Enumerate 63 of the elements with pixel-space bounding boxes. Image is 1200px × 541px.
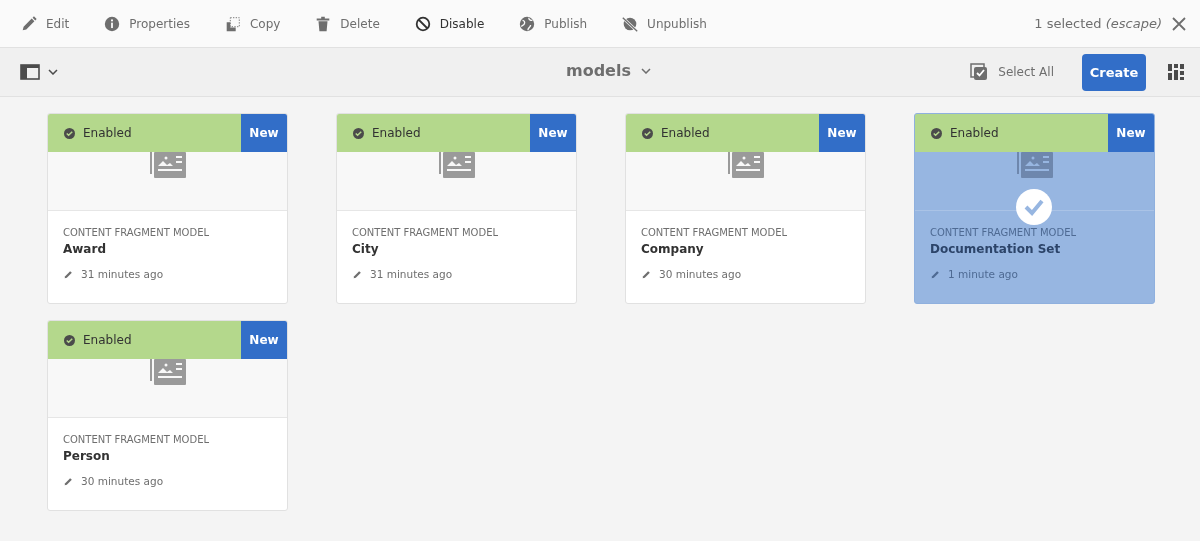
properties-button[interactable]: Properties [97,3,196,44]
globe-slash-icon [621,14,640,33]
edit-button[interactable]: Edit [14,3,76,44]
check-circle-icon [64,127,75,139]
status-label: Enabled [950,126,999,140]
chevron-down-icon [48,69,58,75]
model-card[interactable]: Enabled New CONTENT FRAGMENT MODEL Person 30 minutes ago [47,320,288,511]
card-view-icon[interactable] [1168,64,1184,80]
publish-button[interactable]: Publish [512,3,594,44]
sidebar-icon [20,64,40,80]
pencil-icon [20,14,38,33]
unpublish-button[interactable]: Unpublish [615,3,713,44]
select-all-button[interactable]: Select All [964,62,1060,82]
card-type: CONTENT FRAGMENT MODEL [63,434,211,445]
chevron-down-icon [641,67,651,74]
card-title: Company [641,242,705,256]
card-type: CONTENT FRAGMENT MODEL [930,227,1078,238]
delete-button[interactable]: Delete [308,3,386,44]
modified-time: 31 minutes ago [370,268,453,280]
modified-time: 30 minutes ago [81,475,164,487]
new-badge: New [1108,114,1154,152]
status-label: Enabled [661,126,710,140]
info-icon [103,14,122,33]
modified-time: 1 minute ago [948,268,1018,280]
model-thumbnail-icon [1016,152,1053,178]
model-thumbnail-icon [438,152,475,178]
new-badge: New [819,114,865,152]
check-circle-icon [931,127,942,139]
status-label: Enabled [83,126,132,140]
model-thumbnail-icon [149,152,186,178]
checkbox-icon [970,63,989,81]
check-circle-icon [353,127,364,139]
new-badge: New [530,114,576,152]
model-card[interactable]: Enabled New CONTENT FRAGMENT MODEL Company 30 minutes ago [625,113,866,304]
selection-count: 1 selected (escape) [1034,16,1162,31]
model-card[interactable]: Enabled New CONTENT FRAGMENT MODEL City 31 minutes ago [336,113,577,304]
card-title: Award [63,242,107,256]
card-title: Person [63,449,111,463]
ban-icon [413,14,432,33]
globe-icon [518,14,537,33]
modified-time: 30 minutes ago [659,268,742,280]
card-type: CONTENT FRAGMENT MODEL [641,227,789,238]
card-type: CONTENT FRAGMENT MODEL [63,227,211,238]
folder-title[interactable]: models [560,60,657,81]
selected-check-icon [1016,189,1052,225]
card-title: Documentation Set [930,242,1062,256]
create-button[interactable]: Create [1082,53,1146,91]
card-title: City [352,242,380,256]
model-thumbnail-icon [727,152,764,178]
close-icon[interactable] [1172,16,1186,31]
model-card[interactable]: Enabled New CONTENT FRAGMENT MODEL Award 31 minutes ago [47,113,288,304]
modified-time: 31 minutes ago [81,268,164,280]
check-circle-icon [642,127,653,139]
copy-button[interactable]: Copy [217,3,287,44]
card-type: CONTENT FRAGMENT MODEL [352,227,500,238]
new-badge: New [241,114,287,152]
new-badge: New [241,321,287,359]
check-circle-icon [64,334,75,346]
model-thumbnail-icon [149,359,186,385]
disable-button[interactable]: Disable [407,3,491,44]
status-label: Enabled [372,126,421,140]
status-label: Enabled [83,333,132,347]
model-card[interactable]: Enabled New CONTENT FRAGMENT MODEL Documentation Set 1 minute ago [914,113,1155,304]
